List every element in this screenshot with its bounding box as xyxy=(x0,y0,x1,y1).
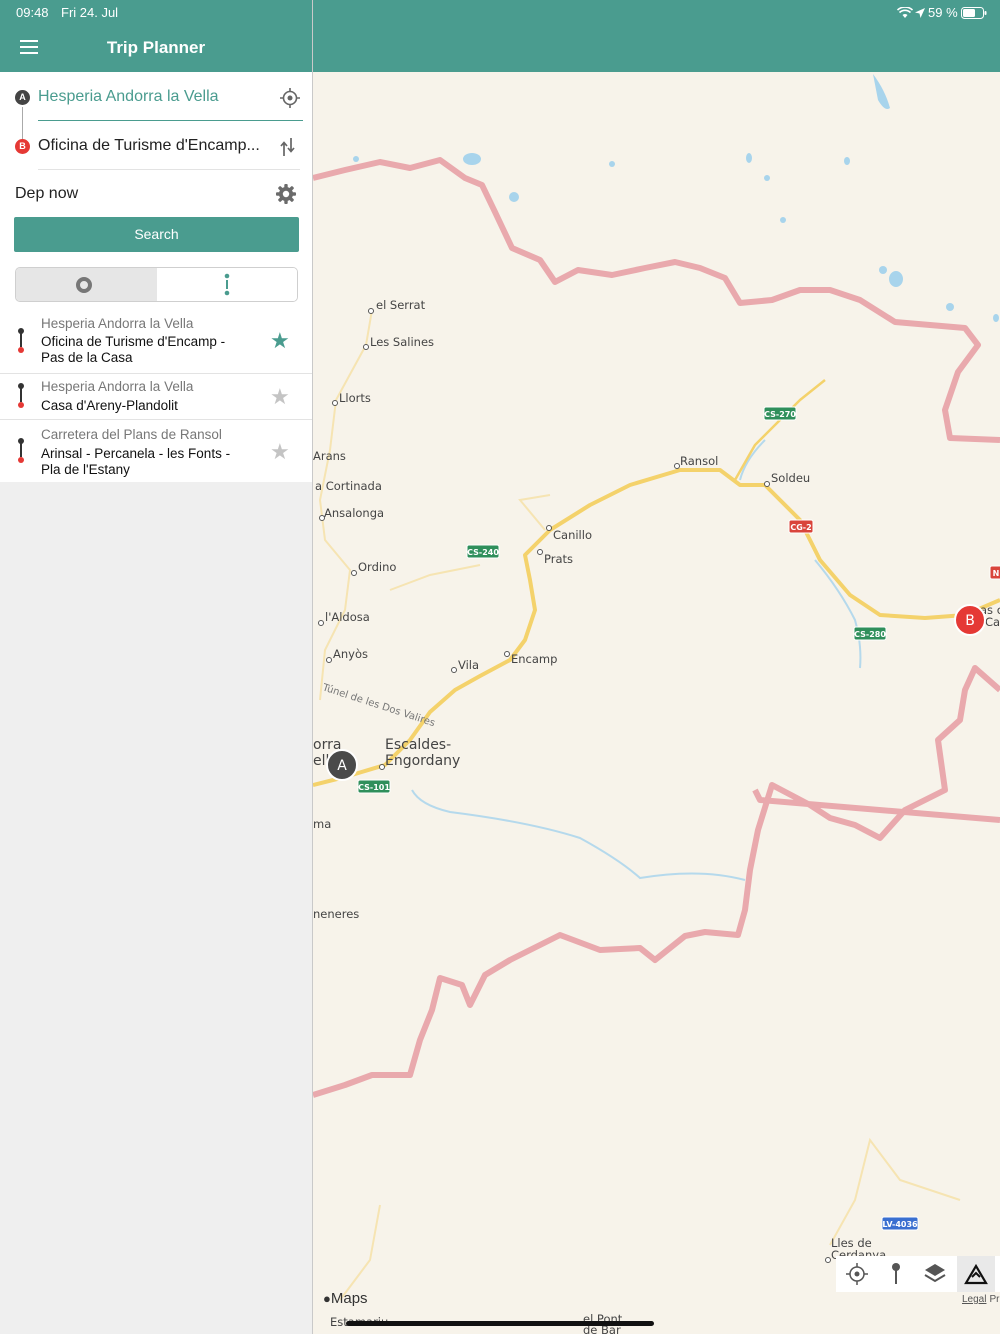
map-label: Arans xyxy=(313,449,346,463)
map-label: Soldeu xyxy=(771,471,810,485)
favorite-from: Hesperia Andorra la Vella xyxy=(41,379,194,394)
favorite-star-icon[interactable]: ★ xyxy=(270,328,290,354)
favorite-to: Arinsal - Percanela - les Fonts - Pla de… xyxy=(41,446,231,477)
map-label: el Serrat xyxy=(376,298,426,312)
route-line xyxy=(20,388,22,402)
destination-badge: B xyxy=(15,139,30,154)
map-label: Ransol xyxy=(680,454,718,468)
origin-field[interactable]: Hesperia Andorra la Vella xyxy=(38,88,219,106)
app-title: Trip Planner xyxy=(106,38,206,57)
layers-icon[interactable] xyxy=(916,1256,954,1292)
swap-icon[interactable] xyxy=(278,136,298,158)
road-badge: LV-4036 xyxy=(882,1220,918,1229)
history-circle-icon xyxy=(75,276,93,294)
list-item[interactable]: Hesperia Andorra la Vella Oficina de Tur… xyxy=(0,311,312,373)
minor-roads xyxy=(318,309,961,1301)
map-label: a Cortinada xyxy=(315,479,382,493)
destination-dot xyxy=(18,402,24,408)
separator xyxy=(38,169,300,170)
lakes xyxy=(353,74,999,322)
list-item[interactable]: Carretera del Plans de Ransol Arinsal - … xyxy=(0,420,312,482)
segment-routes[interactable] xyxy=(157,268,297,301)
route-line xyxy=(20,333,22,347)
map-label: Canillo xyxy=(553,528,592,542)
map-label: Escaldes- xyxy=(385,737,451,753)
settings-gear-icon[interactable] xyxy=(275,183,297,205)
road-badges: CS-270 CG-2 CS-240 CS-280 CS-101 LV-4036… xyxy=(357,406,1000,1231)
road-badge: CS-280 xyxy=(854,630,886,639)
departure-time[interactable]: Dep now xyxy=(15,185,78,203)
road-badge: CS-270 xyxy=(764,410,796,419)
origin-badge: A xyxy=(15,90,30,105)
legal-link[interactable]: Legal Pr xyxy=(962,1294,999,1305)
map-view[interactable]: el Serrat Les Salines Llorts Arans a Cor… xyxy=(313,72,1000,1334)
map-label: Les Salines xyxy=(370,335,434,349)
road-badge: N xyxy=(993,569,1000,578)
segment-recent[interactable] xyxy=(16,268,157,301)
map-label: Túnel de les Dos Valires xyxy=(320,681,436,729)
route-connector xyxy=(22,107,23,142)
favorite-to: Casa d'Areny-Plandolit xyxy=(41,398,178,413)
favorite-from: Hesperia Andorra la Vella xyxy=(41,316,194,331)
pin-b: B xyxy=(954,604,986,636)
destination-field[interactable]: Oficina de Turisme d'Encamp... xyxy=(38,137,260,155)
map-label: ma xyxy=(313,817,331,831)
maps-attribution: ●Maps xyxy=(323,1290,368,1307)
favorite-star-icon[interactable]: ★ xyxy=(270,384,290,410)
route-line xyxy=(20,443,22,457)
rivers xyxy=(411,439,862,881)
destination-dot xyxy=(18,457,24,463)
battery-icon xyxy=(961,6,987,19)
svg-text:B: B xyxy=(965,613,975,629)
terrain-mode-icon[interactable] xyxy=(957,1256,995,1292)
map-label: Anyòs xyxy=(333,647,368,661)
route-dots-icon xyxy=(223,273,231,297)
segmented-control xyxy=(15,267,298,302)
road-badge: CS-101 xyxy=(358,783,390,792)
drop-pin-icon[interactable] xyxy=(877,1256,915,1292)
battery-percent: 59 % xyxy=(928,5,958,20)
map-label: Llorts xyxy=(339,391,371,405)
favorite-to: Oficina de Turisme d'Encamp - Pas de la … xyxy=(41,334,226,365)
map-label: Ansalonga xyxy=(324,506,384,520)
map-label: neneres xyxy=(313,907,359,921)
favorite-from: Carretera del Plans de Ransol xyxy=(41,427,222,442)
apple-logo-icon: ● xyxy=(323,1291,331,1306)
location-arrow-icon xyxy=(914,6,926,18)
road-badge: CS-240 xyxy=(467,548,499,557)
map-toolbar xyxy=(836,1256,1000,1292)
map-label: Encamp xyxy=(511,652,557,666)
search-button[interactable]: Search xyxy=(14,217,299,252)
map-label: Ordino xyxy=(358,560,396,574)
origin-underline xyxy=(38,120,303,121)
map-canvas: el Serrat Les Salines Llorts Arans a Cor… xyxy=(313,74,1000,1334)
current-location-icon[interactable] xyxy=(280,88,300,108)
map-label: Engordany xyxy=(385,753,460,769)
home-indicator xyxy=(346,1321,654,1326)
destination-dot xyxy=(18,347,24,353)
panel-header: Trip Planner xyxy=(0,0,312,72)
map-label: l'Aldosa xyxy=(325,610,370,624)
main-roads xyxy=(313,379,1000,787)
favorite-star-icon[interactable]: ★ xyxy=(270,439,290,465)
map-label: Vila xyxy=(458,658,479,672)
locate-me-icon[interactable] xyxy=(838,1256,876,1292)
map-label: Prats xyxy=(544,552,573,566)
pin-a: A xyxy=(326,749,358,781)
wifi-icon xyxy=(896,6,914,18)
svg-text:A: A xyxy=(337,758,347,774)
map-label: Ca xyxy=(985,615,1000,629)
road-badge: CG-2 xyxy=(790,523,811,532)
list-item[interactable]: Hesperia Andorra la Vella Casa d'Areny-P… xyxy=(0,374,312,419)
